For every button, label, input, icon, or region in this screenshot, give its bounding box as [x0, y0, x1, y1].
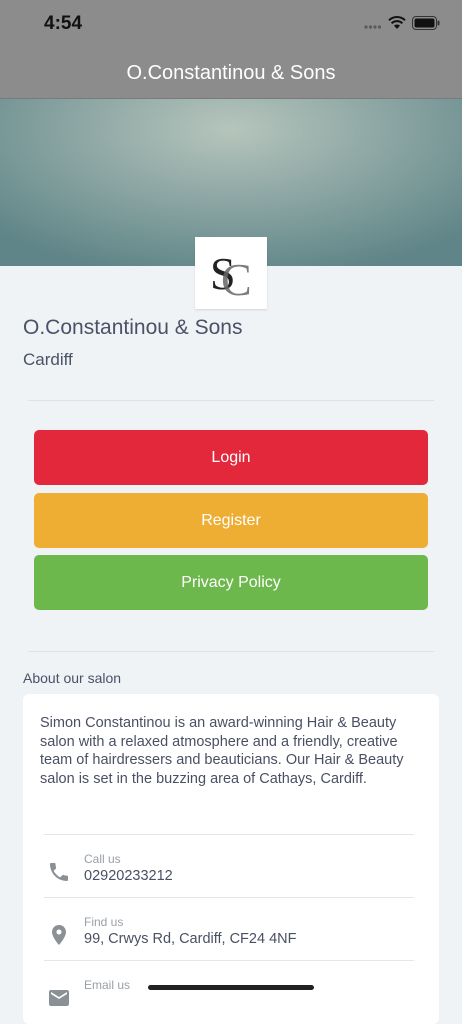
envelope-icon: [47, 986, 71, 1010]
contact-label: Email us: [84, 978, 131, 992]
call-us-item[interactable]: Call us 02920233212: [44, 852, 414, 896]
status-icons: [364, 15, 440, 35]
nav-bar: O.Constantinou & Sons: [0, 50, 462, 99]
register-button[interactable]: Register: [34, 493, 428, 548]
privacy-policy-button[interactable]: Privacy Policy: [34, 555, 428, 610]
status-time: 4:54: [44, 13, 83, 34]
contact-label: Find us: [84, 915, 124, 929]
salon-city: Cardiff: [23, 350, 73, 369]
about-card: Simon Constantinou is an award-winning H…: [23, 694, 439, 1024]
salon-logo: S C: [195, 237, 267, 309]
divider: [28, 651, 434, 652]
battery-icon: [412, 15, 440, 35]
find-us-item[interactable]: Find us 99, Crwys Rd, Cardiff, CF24 4NF: [44, 915, 414, 959]
divider: [28, 400, 434, 401]
about-heading: About our salon: [23, 670, 122, 686]
wifi-icon: [388, 15, 406, 35]
nav-title: O.Constantinou & Sons: [126, 62, 336, 84]
location-pin-icon: [47, 923, 71, 947]
login-button[interactable]: Login: [34, 430, 428, 485]
status-bar: 4:54: [0, 0, 462, 50]
contact-value: 02920233212: [84, 868, 173, 884]
card-divider: [44, 960, 414, 961]
svg-text:C: C: [221, 254, 252, 305]
home-indicator: [148, 985, 314, 990]
phone-icon: [47, 860, 71, 884]
about-text: Simon Constantinou is an award-winning H…: [40, 715, 404, 787]
contact-label: Call us: [84, 852, 121, 866]
card-divider: [44, 897, 414, 898]
salon-name: O.Constantinou & Sons: [23, 316, 243, 339]
card-divider: [44, 834, 414, 835]
signal-icon: [364, 16, 382, 34]
contact-value: 99, Crwys Rd, Cardiff, CF24 4NF: [84, 931, 297, 947]
